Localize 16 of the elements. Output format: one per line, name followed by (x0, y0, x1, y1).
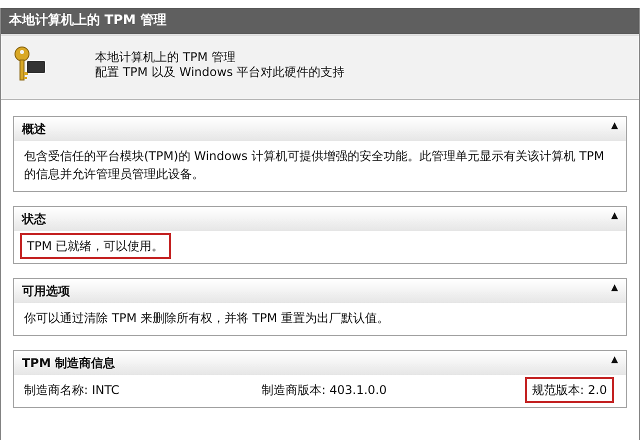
section-text: 你可以通过清除 TPM 来删除所有权，并将 TPM 重置为出厂默认值。 (24, 310, 390, 324)
collapse-toggle[interactable]: ▲ (611, 354, 618, 372)
key-chip-icon (13, 46, 47, 84)
collapse-toggle[interactable]: ▲ (611, 120, 618, 138)
section-text: 包含受信任的平台模块(TPM)的 Windows 计算机可提供增强的安全功能。此管理单元显示有关该计算机 TPM 的信息并允许管理员管理此设备。 (24, 148, 604, 180)
collapse-toggle[interactable]: ▲ (611, 282, 618, 300)
header-title: 本地计算机上的 TPM 管理 (95, 50, 237, 64)
window-title: 本地计算机上的 TPM 管理 (1, 8, 639, 34)
section-title: 概述 (22, 120, 46, 138)
section-title: 状态 (22, 210, 46, 228)
collapse-toggle[interactable]: ▲ (611, 210, 618, 228)
info-field: 制造商名称: INTC (24, 380, 120, 398)
section-title: 可用选项 (22, 282, 70, 300)
header-subtitle: 配置 TPM 以及 Windows 平台对此硬件的支持 (95, 64, 345, 80)
info-field: 制造商版本: 403.1.0.0 (262, 380, 387, 398)
section-title: TPM 制造商信息 (22, 354, 116, 372)
